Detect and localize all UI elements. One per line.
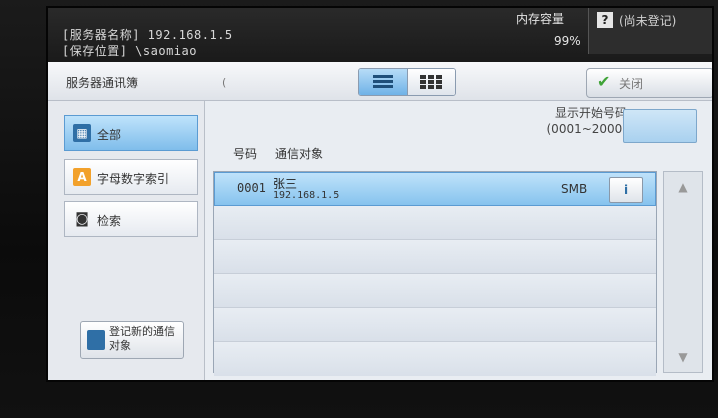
row-protocol: SMB: [561, 182, 588, 196]
all-icon: ▦: [73, 124, 91, 142]
table-row[interactable]: [214, 206, 656, 240]
close-button-label: 关闭: [619, 77, 644, 91]
status-bar: [服务器名称] 192.168.1.5 [保存位置] \saomiao 内存容量…: [48, 8, 712, 62]
table-row[interactable]: [214, 308, 656, 342]
save-location-line: [保存位置] \saomiao: [62, 44, 197, 58]
sidebar-item-label: 字母数字索引: [97, 172, 170, 186]
register-button-label: 登记新的通信对象: [109, 325, 175, 352]
sidebar-item-all[interactable]: ▦ 全部: [64, 115, 198, 151]
start-number-input[interactable]: [623, 109, 697, 143]
grid-view-icon: [420, 75, 442, 89]
server-name-line: [服务器名称] 192.168.1.5: [62, 28, 233, 42]
binoculars-icon: ◙: [75, 211, 89, 227]
job-status-text: (尚未登记): [619, 14, 677, 28]
sidebar-item-label: 全部: [97, 128, 122, 142]
title-separator: (: [222, 76, 227, 89]
grid-view-button[interactable]: [407, 69, 455, 95]
sidebar-item-label: 检索: [97, 214, 122, 228]
list-scrollbar[interactable]: ▲ ▼: [663, 171, 703, 373]
table-row[interactable]: 0001 张三 192.168.1.5 SMB i: [214, 172, 656, 206]
sidebar-item-alpha-index[interactable]: A 字母数字索引: [64, 159, 198, 195]
job-status-box[interactable]: ? (尚未登记): [588, 8, 712, 54]
info-icon[interactable]: i: [609, 177, 643, 203]
memory-value: 99%: [554, 34, 581, 48]
start-number-label: 显示开始号码 (0001~2000): [517, 105, 628, 137]
list-view-icon: [373, 75, 393, 88]
view-toggle: [358, 68, 456, 96]
row-number: 0001: [237, 181, 266, 195]
sidebar: ▦ 全部 A 字母数字索引 ◙ 检索 登记新的通信对象: [48, 101, 205, 380]
column-header-number: 号码: [233, 147, 258, 161]
register-new-target-button[interactable]: 登记新的通信对象: [80, 321, 184, 359]
job-icon: ?: [597, 12, 613, 28]
main-panel: 显示开始号码 (0001~2000) 号码 通信对象 0001 张三 192.1…: [205, 101, 712, 380]
check-icon: ✔: [597, 72, 611, 91]
row-address: 192.168.1.5: [273, 190, 340, 201]
device-screen: [服务器名称] 192.168.1.5 [保存位置] \saomiao 内存容量…: [48, 8, 712, 380]
close-button[interactable]: ✔ 关闭: [586, 68, 712, 98]
column-header-target: 通信对象: [275, 147, 324, 161]
scroll-up-icon[interactable]: ▲: [664, 172, 702, 202]
table-row[interactable]: [214, 342, 656, 376]
page-title: 服务器通讯簿: [66, 76, 139, 90]
address-list: 0001 张三 192.168.1.5 SMB i: [213, 171, 657, 376]
table-row[interactable]: [214, 274, 656, 308]
start-number-title: 显示开始号码: [554, 106, 627, 120]
start-number-range: (0001~2000): [546, 122, 628, 136]
alpha-index-icon: A: [73, 168, 91, 186]
table-row[interactable]: [214, 240, 656, 274]
list-view-button[interactable]: [359, 69, 407, 95]
sidebar-item-search[interactable]: ◙ 检索: [64, 201, 198, 237]
address-book-icon: [87, 330, 105, 350]
scroll-down-icon[interactable]: ▼: [664, 342, 702, 372]
title-bar: 服务器通讯簿 ( ✔ 关闭: [48, 62, 712, 101]
memory-label: 内存容量: [516, 12, 565, 26]
